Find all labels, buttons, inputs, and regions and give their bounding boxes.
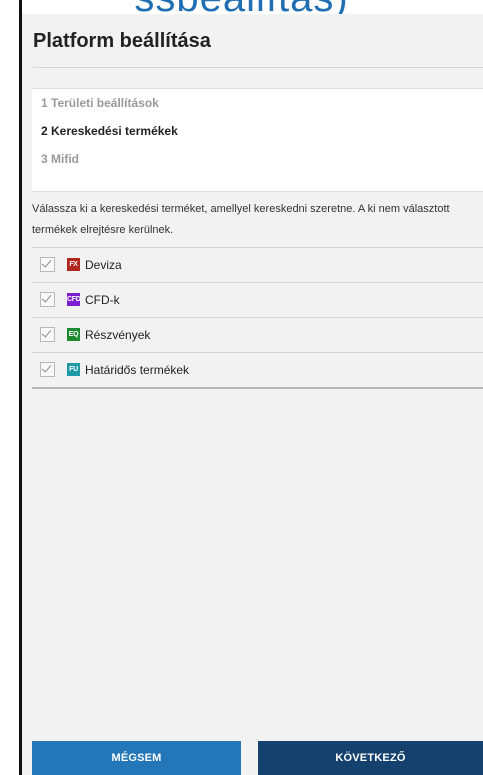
instruction-text: Válassza ki a kereskedési terméket, amel… bbox=[32, 203, 450, 236]
dialog-title: Platform beállítása bbox=[33, 30, 211, 52]
equities-checkbox[interactable] bbox=[40, 327, 55, 342]
checkmark-icon bbox=[41, 327, 52, 338]
checkmark-icon bbox=[41, 362, 52, 373]
product-label-forex: Deviza bbox=[85, 258, 122, 272]
screen: ssbeállítás) Platform beállítása 1 Terül… bbox=[0, 0, 483, 775]
header-divider bbox=[33, 67, 483, 68]
fu-badge-icon: FU bbox=[67, 363, 80, 376]
next-button[interactable]: KÖVETKEZŐ bbox=[258, 741, 483, 775]
cfd-checkbox[interactable] bbox=[40, 292, 55, 307]
dialog-footer: MÉGSEM KÖVETKEZŐ bbox=[22, 741, 483, 775]
product-row-equities[interactable]: EQ Részvények bbox=[32, 318, 483, 353]
product-label-equities: Részvények bbox=[85, 328, 151, 342]
wizard-steps: 1 Területi beállítások 2 Kereskedési ter… bbox=[32, 88, 483, 192]
futures-checkbox[interactable] bbox=[40, 362, 55, 377]
product-row-forex[interactable]: FX Deviza bbox=[32, 248, 483, 283]
fx-badge-icon: FX bbox=[67, 258, 80, 271]
step-mifid[interactable]: 3 Mifid bbox=[41, 152, 79, 166]
platform-settings-dialog: Platform beállítása 1 Területi beállítás… bbox=[22, 14, 483, 775]
dialog-header: Platform beállítása bbox=[22, 14, 483, 68]
checkmark-icon bbox=[41, 257, 52, 268]
checkmark-icon bbox=[41, 292, 52, 303]
forex-checkbox[interactable] bbox=[40, 257, 55, 272]
step-regional-settings[interactable]: 1 Területi beállítások bbox=[41, 96, 159, 110]
product-row-futures[interactable]: FU Határidős termékek bbox=[32, 353, 483, 389]
product-label-futures: Határidős termékek bbox=[85, 363, 190, 377]
product-row-cfd[interactable]: CFD CFD-k bbox=[32, 283, 483, 318]
cfd-badge-icon: CFD bbox=[67, 293, 80, 306]
product-list: FX Deviza CFD CFD-k EQ Részvények FU Hat… bbox=[32, 247, 483, 389]
eq-badge-icon: EQ bbox=[67, 328, 80, 341]
step-trading-products[interactable]: 2 Kereskedési termékek bbox=[41, 124, 178, 138]
cancel-button[interactable]: MÉGSEM bbox=[32, 741, 241, 775]
product-label-cfd: CFD-k bbox=[85, 293, 120, 307]
